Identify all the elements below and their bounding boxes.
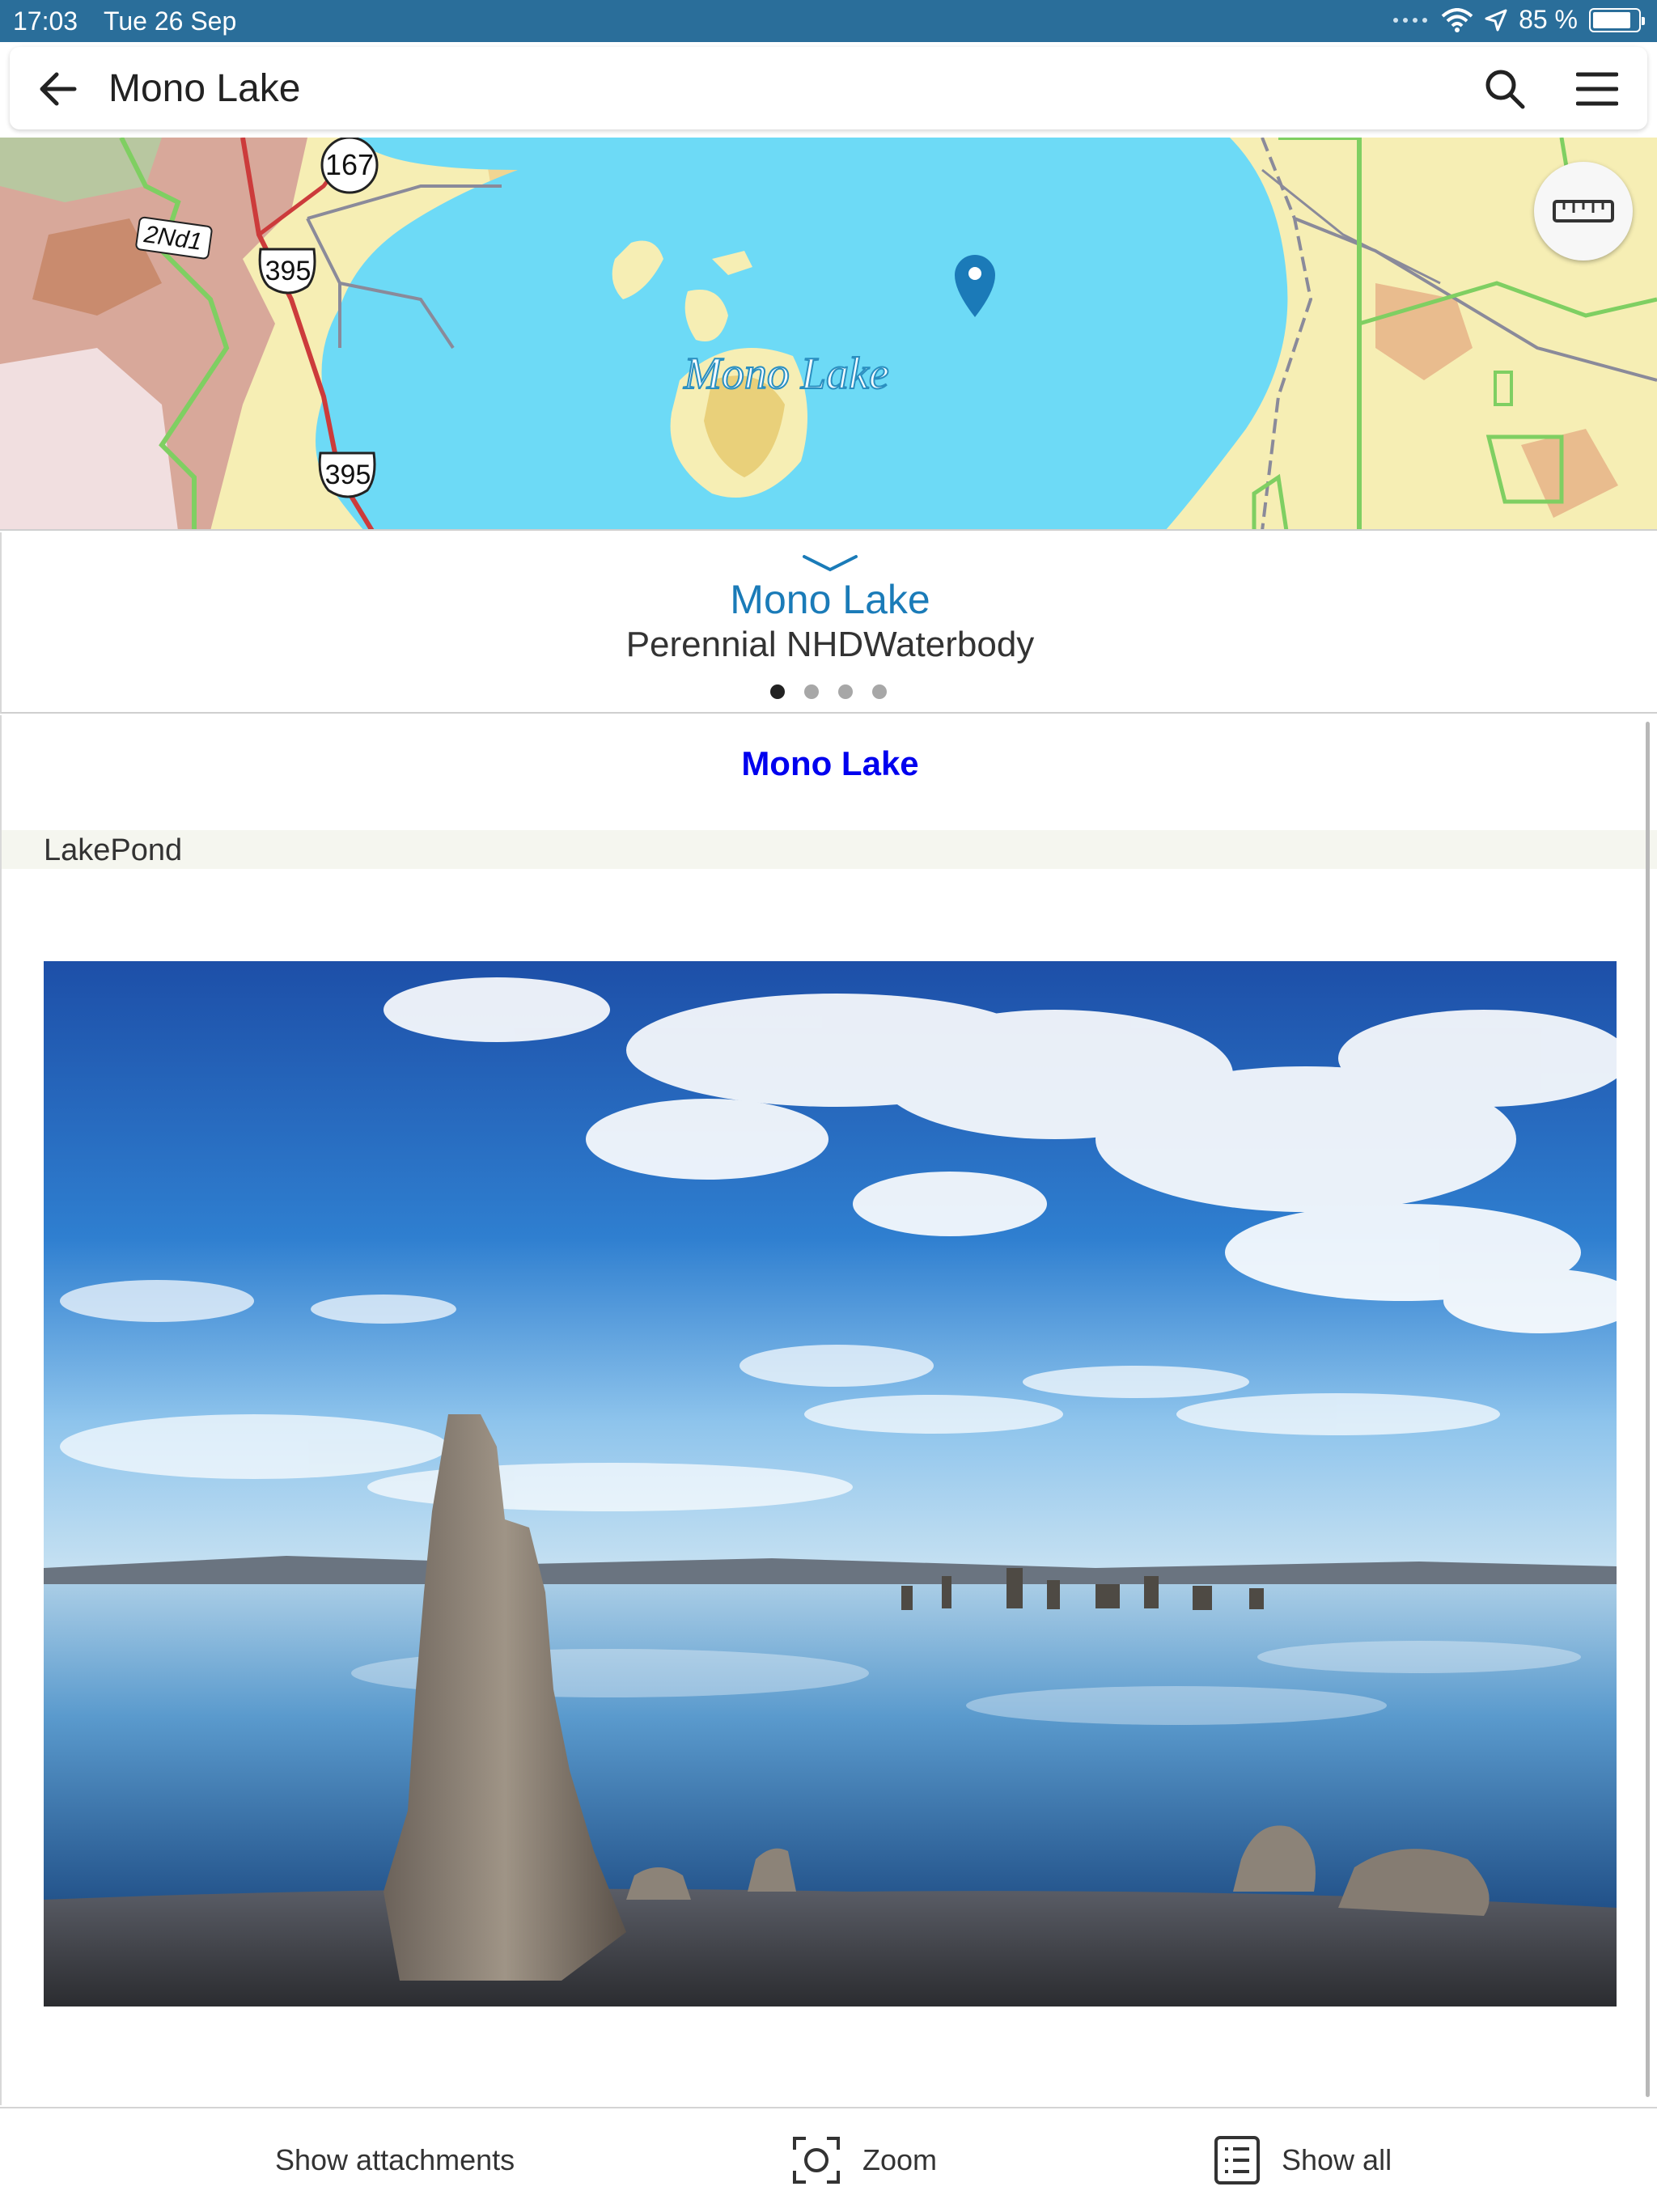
back-button[interactable] — [34, 65, 83, 113]
page-indicator[interactable] — [770, 684, 887, 699]
map-lake-label: Mono Lake — [683, 349, 889, 399]
page-dot[interactable] — [770, 684, 785, 699]
arrow-left-icon — [40, 72, 77, 106]
show-all-label: Show all — [1282, 2143, 1392, 2176]
popup-subtitle: Perennial NHDWaterbody — [625, 625, 1035, 664]
signal-dots-icon — [1393, 17, 1428, 23]
wifi-icon — [1441, 7, 1473, 32]
content-title: Mono Lake — [741, 744, 919, 782]
popup-content[interactable]: Mono Lake LakePond — [0, 715, 1657, 2105]
mono-lake-photo — [44, 961, 1617, 2006]
attachment-photo[interactable] — [44, 961, 1617, 2006]
route-395-top-shield: 395 — [258, 248, 316, 295]
status-time: 17:03 — [13, 6, 78, 36]
hamburger-menu-icon — [1576, 72, 1618, 106]
route-395-top-label: 395 — [265, 256, 311, 286]
page-dot[interactable] — [872, 684, 887, 699]
status-date: Tue 26 Sep — [104, 6, 237, 36]
show-attachments-label: Show attachments — [275, 2143, 515, 2176]
battery-percentage: 85 % — [1519, 5, 1578, 34]
chevron-down-icon[interactable] — [801, 552, 859, 576]
page-dot[interactable] — [804, 684, 819, 699]
page-dot[interactable] — [838, 684, 853, 699]
status-indicators: 85 % — [1392, 5, 1645, 35]
route-395-bottom-label: 395 — [325, 460, 371, 490]
popup-title: Mono Lake — [730, 577, 930, 622]
status-bar: 17:03 Tue 26 Sep 85 % — [0, 0, 1657, 42]
bottom-toolbar: Show attachments Zoom Show all — [0, 2107, 1657, 2210]
field-value: LakePond — [44, 833, 183, 867]
battery-icon — [1589, 7, 1645, 32]
scrollbar[interactable] — [1646, 722, 1650, 2097]
route-167-label: 167 — [325, 148, 374, 181]
zoom-label: Zoom — [862, 2143, 938, 2176]
route-167-shield: 167 — [320, 138, 379, 194]
battery-level — [1593, 11, 1630, 28]
menu-button[interactable] — [1571, 65, 1623, 113]
show-all-button[interactable]: Show all — [1214, 2108, 1392, 2212]
field-row: LakePond — [2, 830, 1657, 869]
search-button[interactable] — [1481, 65, 1529, 113]
top-bar: Mono Lake — [10, 47, 1647, 129]
popup-header: Mono Lake Perennial NHDWaterbody — [0, 532, 1657, 714]
map-view[interactable]: 167 395 395 2Nd1 Mono Lake — [0, 138, 1657, 531]
search-icon — [1485, 70, 1525, 109]
show-attachments-button[interactable]: Show attachments — [275, 2108, 515, 2212]
route-395-bottom-shield: 395 — [318, 451, 376, 498]
measure-button[interactable] — [1534, 162, 1633, 261]
list-icon — [1214, 2136, 1260, 2184]
zoom-frame-icon — [793, 2137, 840, 2184]
page-title: Mono Lake — [108, 67, 301, 110]
map-canvas[interactable]: 167 395 395 2Nd1 Mono Lake — [0, 138, 1657, 531]
zoom-button[interactable]: Zoom — [791, 2108, 937, 2212]
location-arrow-icon — [1485, 9, 1507, 31]
ruler-icon — [1553, 200, 1614, 222]
